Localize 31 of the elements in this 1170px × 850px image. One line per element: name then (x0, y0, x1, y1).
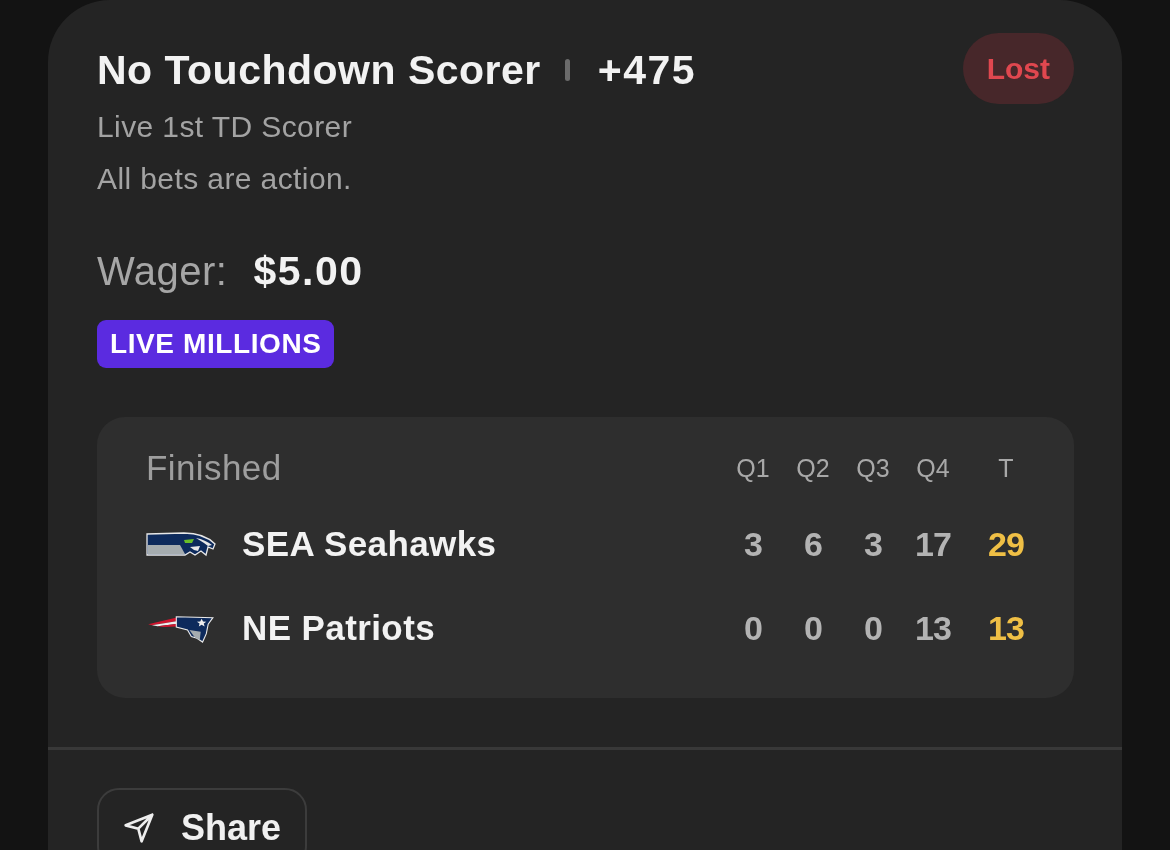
wager-label: Wager: (97, 248, 228, 294)
quarter-score: 3 (864, 524, 882, 564)
game-status: Finished (146, 448, 282, 488)
note-text: All bets are action. (97, 161, 353, 197)
column-header: Q4 (916, 453, 950, 483)
promo-badge: LIVE MILLIONS (97, 320, 334, 368)
team-name: NE Patriots (242, 608, 436, 648)
quarter-score: 0 (804, 608, 822, 648)
send-icon (123, 811, 155, 845)
head-logo-icon (146, 613, 216, 643)
quarter-score: 17 (915, 524, 951, 564)
column-header: Q1 (736, 453, 770, 483)
separator-icon (564, 59, 570, 81)
market-text: Live 1st TD Scorer (97, 109, 354, 145)
quarter-score: 3 (744, 524, 762, 564)
team-name: SEA Seahawks (242, 524, 497, 564)
quarter-score: 0 (744, 608, 762, 648)
quarter-score: 6 (804, 524, 822, 564)
column-header: Q3 (856, 453, 890, 483)
total-score: 13 (988, 608, 1024, 648)
selection-title: No Touchdown Scorer (97, 46, 541, 94)
status-badge: Lost (962, 33, 1074, 104)
column-header: T (998, 453, 1014, 483)
odds-text: +475 (597, 46, 697, 94)
share-button[interactable]: Share (97, 788, 307, 850)
wager-amount: $5.00 (253, 248, 364, 294)
quarter-score: 0 (864, 608, 882, 648)
quarter-score: 13 (915, 608, 951, 648)
total-score: 29 (988, 524, 1024, 564)
bird-logo-icon (146, 529, 216, 559)
column-header: Q2 (796, 453, 830, 483)
